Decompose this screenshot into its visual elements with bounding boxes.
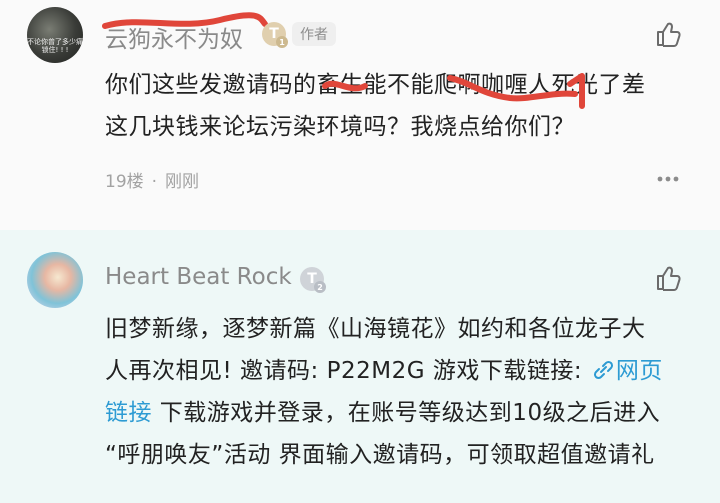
avatar[interactable]: 不论你曾了多少痛 锁住! ! ! <box>27 7 83 63</box>
comment-item: 不论你曾了多少痛 锁住! ! ! 云狗永不为奴 T 1 作者 你们这些发邀请码的… <box>0 0 720 230</box>
username[interactable]: 云狗永不为奴 <box>105 20 243 54</box>
level-badge: T 2 <box>300 267 326 293</box>
author-tag: 作者 <box>292 22 336 46</box>
web-link[interactable]: 链接 <box>105 400 152 426</box>
comment-line: 旧梦新缘，逐梦新篇《山海镜花》如约和各位龙子大 <box>105 316 646 342</box>
username[interactable]: Heart Beat Rock <box>105 264 292 290</box>
comment-text: 下载游戏并登录，在账号等级达到10级之后进入 <box>152 400 661 426</box>
floor-number: 19楼 <box>105 172 144 192</box>
comment-line: 链接 下载游戏并登录，在账号等级达到10级之后进入 <box>105 392 695 434</box>
comment-body: 旧梦新缘，逐梦新篇《山海镜花》如约和各位龙子大 人再次相见! 邀请码: P22M… <box>105 308 695 476</box>
link-icon[interactable] <box>590 359 616 381</box>
comment-line: “呼朋唤友”活动 界面输入邀请码，可领取超值邀请礼 <box>105 442 655 468</box>
level-badge-number: 1 <box>276 36 288 48</box>
comment-body: 你们这些发邀请码的畜生能不能爬啊咖喱人死光了差 这几块钱来论坛污染环境吗？我烧点… <box>105 64 685 148</box>
level-badge-number: 2 <box>314 281 326 293</box>
thumb-up-icon[interactable] <box>654 20 682 48</box>
web-link[interactable]: 网页 <box>616 358 663 384</box>
post-time: 刚刚 <box>165 172 200 192</box>
comment-line: 人再次相见! 邀请码: P22M2G 游戏下载链接: 网页 <box>105 350 695 392</box>
thumb-up-icon[interactable] <box>654 264 682 292</box>
avatar-caption: 不论你曾了多少痛 锁住! ! ! <box>27 38 83 54</box>
more-icon[interactable] <box>656 175 680 183</box>
avatar[interactable] <box>27 252 83 308</box>
comment-text: 人再次相见! 邀请码: P22M2G 游戏下载链接: <box>105 358 590 384</box>
comment-line: 你们这些发邀请码的畜生能不能爬啊咖喱人死光了差 <box>105 72 646 98</box>
comment-line: 这几块钱来论坛污染环境吗？我烧点给你们？ <box>105 114 575 140</box>
meta-separator: · <box>151 172 158 192</box>
comment-item: Heart Beat Rock T 2 旧梦新缘，逐梦新篇《山海镜花》如约和各位… <box>0 230 720 503</box>
comment-meta: 19楼 · 刚刚 <box>105 167 199 192</box>
level-badge: T 1 <box>262 22 288 48</box>
